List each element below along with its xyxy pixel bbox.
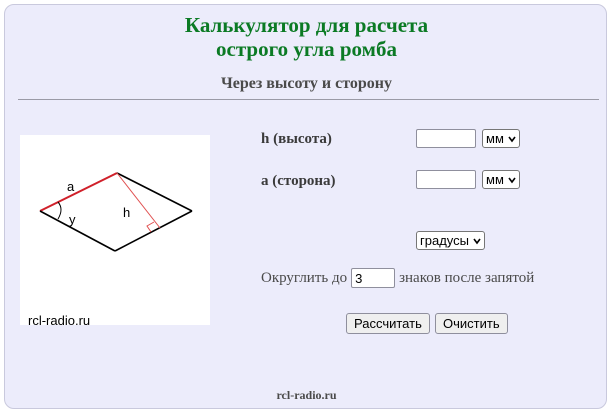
round-prefix: Округлить до — [261, 269, 348, 286]
angle-arc — [57, 201, 62, 220]
calculator-panel: Калькулятор для расчета острого угла ром… — [4, 4, 607, 409]
divider — [18, 99, 599, 100]
height-unit-select[interactable]: мм — [482, 129, 520, 148]
round-suffix: знаков после запятой — [399, 269, 535, 286]
label-h: h — [123, 205, 130, 220]
page-title: Калькулятор для расчета острого угла ром… — [5, 13, 608, 61]
height-label: h (высота) — [261, 131, 332, 147]
rhombus-diagram: a h y rcl-radio.ru — [20, 135, 210, 325]
height-input[interactable] — [416, 129, 476, 148]
diagram-watermark: rcl-radio.ru — [28, 313, 90, 325]
round-digits-input[interactable] — [351, 268, 396, 288]
rounding-row: Округлить до знаков после запятой — [261, 268, 534, 288]
side-a-line — [39, 172, 118, 212]
angle-unit-select[interactable]: градусы — [416, 231, 485, 250]
title-line-2: острого угла ромба — [216, 37, 397, 61]
label-a: a — [67, 179, 75, 194]
footer-site: rcl-radio.ru — [276, 388, 337, 402]
title-line-1: Калькулятор для расчета — [184, 13, 429, 37]
chevron-down-icon — [508, 177, 516, 183]
side-input[interactable] — [416, 170, 476, 189]
rhombus-drawing: a h y rcl-radio.ru — [28, 172, 193, 325]
calculate-button[interactable]: Рассчитать — [346, 313, 430, 334]
angle-unit-value: градусы — [420, 233, 469, 248]
page-subtitle: Через высоту и сторону — [220, 75, 393, 92]
side-label: a (сторона) — [261, 173, 336, 189]
side-unit-value: мм — [486, 172, 504, 187]
rhombus-edge-bottom-left — [39, 210, 116, 252]
chevron-down-icon — [508, 136, 516, 142]
height-unit-value: мм — [486, 131, 504, 146]
side-unit-select[interactable]: мм — [482, 170, 520, 189]
chevron-down-icon — [473, 238, 481, 244]
clear-button[interactable]: Очистить — [435, 313, 508, 334]
label-angle: y — [69, 212, 76, 227]
